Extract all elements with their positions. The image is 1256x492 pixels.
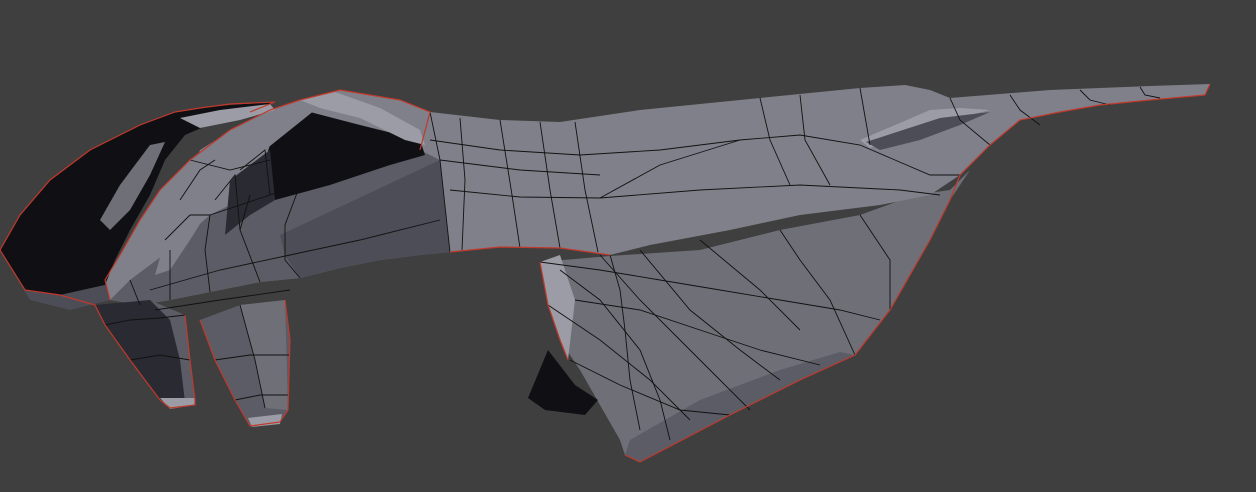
front-strut-left[interactable] — [95, 300, 195, 409]
mesh-render — [0, 83, 1211, 463]
front-strut-right[interactable] — [200, 300, 290, 427]
3d-viewport[interactable] — [0, 0, 1256, 492]
